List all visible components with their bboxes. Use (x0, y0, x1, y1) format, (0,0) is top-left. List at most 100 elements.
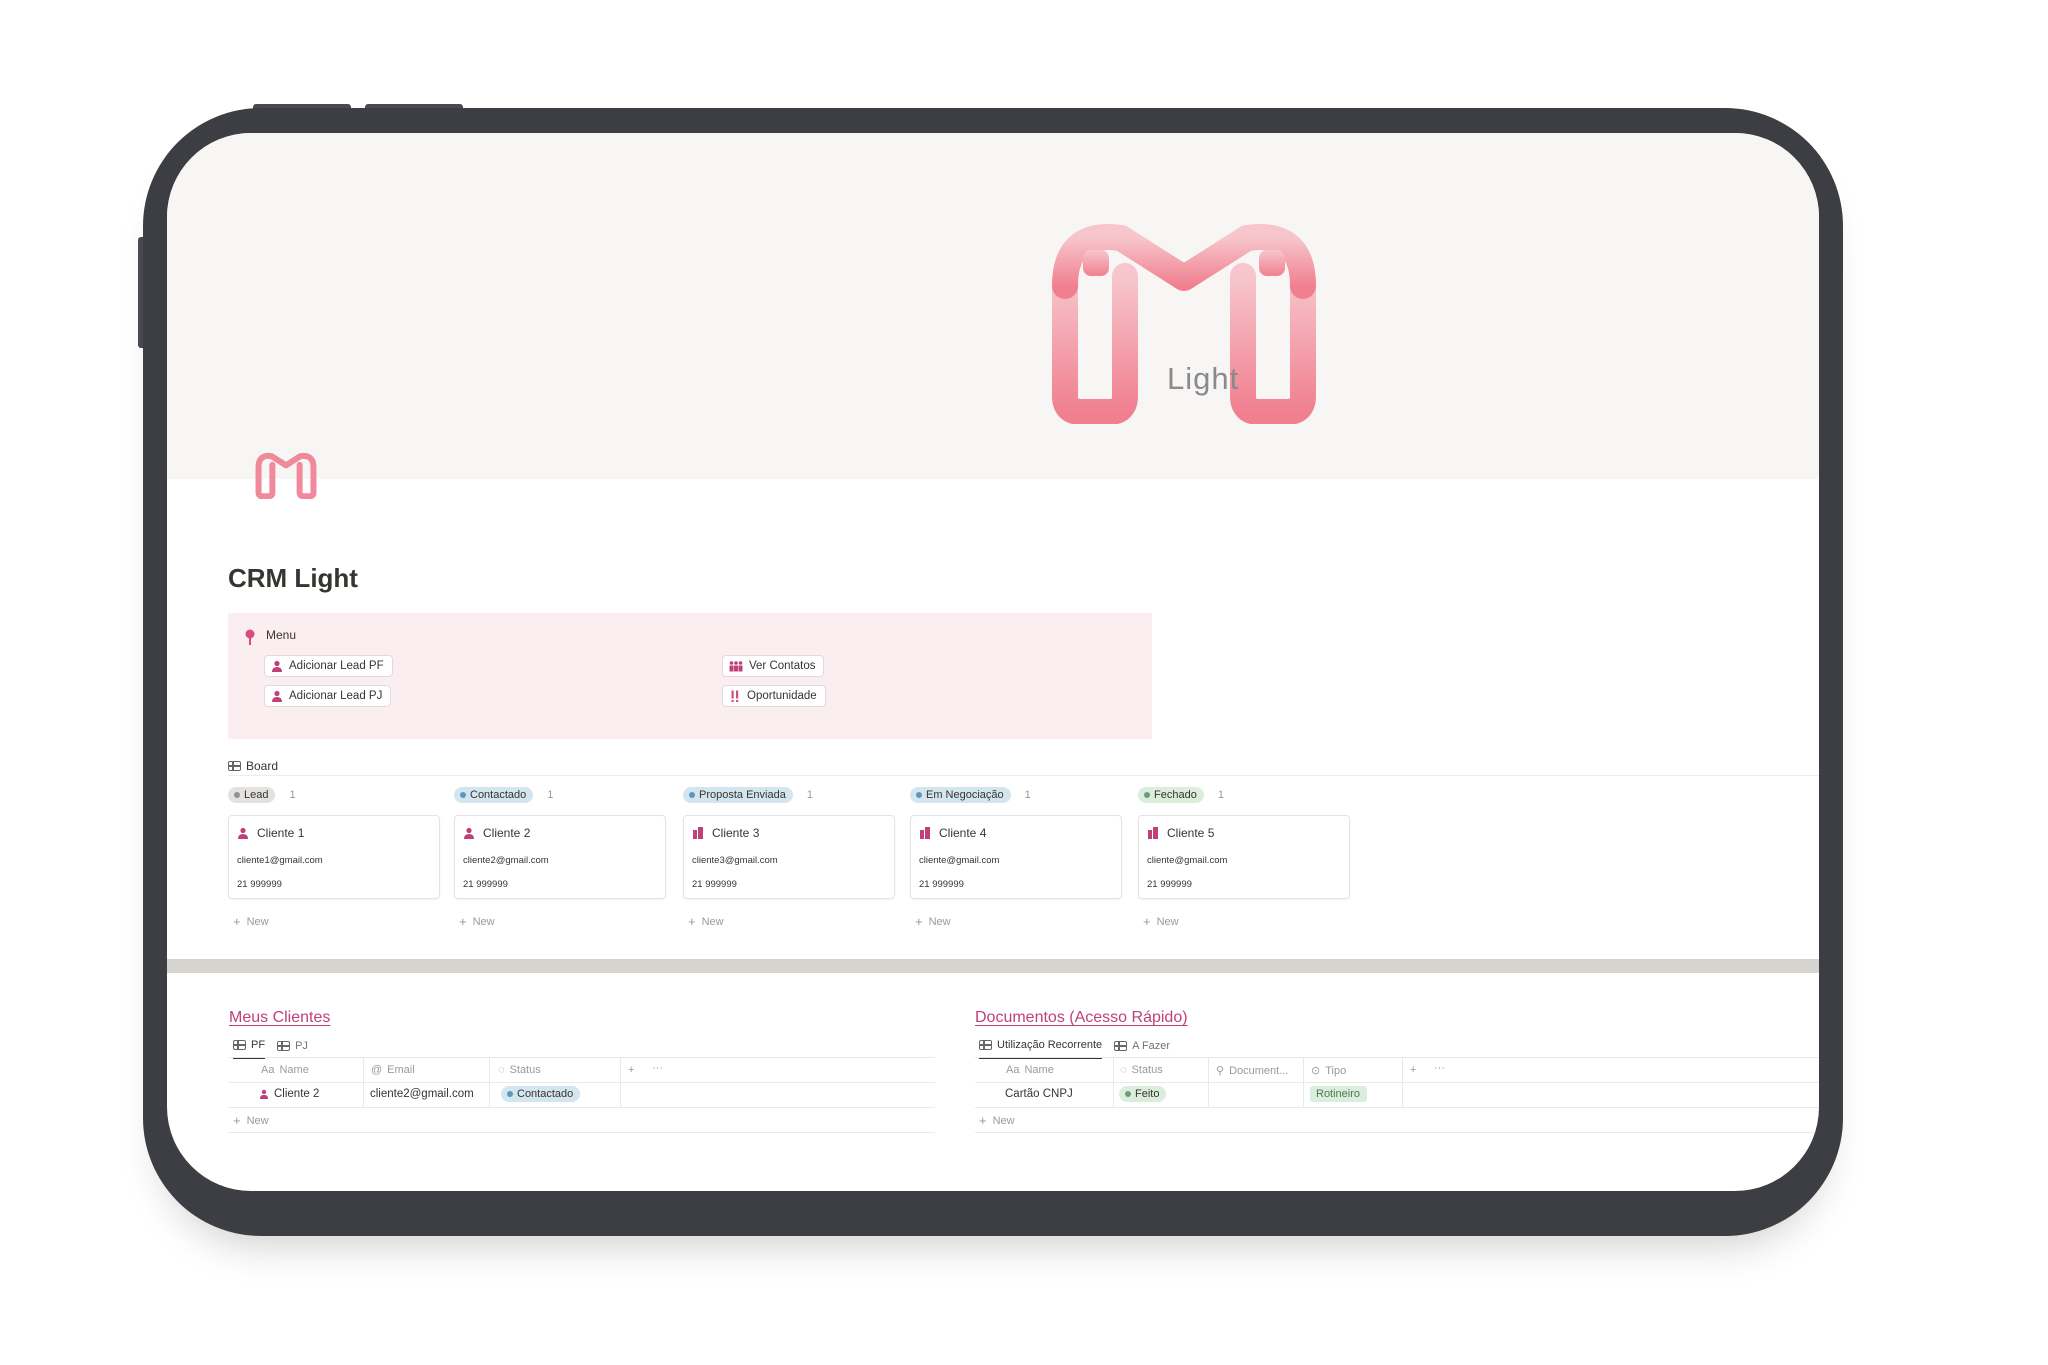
column-header-email[interactable]: @ Email (371, 1064, 415, 1076)
plus-icon: + (628, 1064, 635, 1076)
more-options-button[interactable]: ··· (1434, 1062, 1445, 1074)
column-header-tipo[interactable]: ⊙ Tipo (1311, 1064, 1347, 1078)
cell-email[interactable]: cliente2@gmail.com (370, 1088, 474, 1100)
table-row-border (229, 1082, 935, 1083)
cell-tipo[interactable]: Rotineiro (1310, 1086, 1368, 1102)
board-separator (228, 775, 1819, 776)
tab-pf[interactable]: PF (233, 1039, 266, 1059)
column-header-document[interactable]: ⚲ Document... (1216, 1064, 1288, 1078)
table-bottom-border (229, 1132, 935, 1133)
tab-label: PF (251, 1039, 266, 1051)
header-label: Tipo (1325, 1064, 1347, 1077)
add-property-button[interactable]: + (1410, 1064, 1416, 1076)
board-new-button[interactable]: + New (915, 914, 951, 929)
new-label: New (246, 915, 269, 928)
column-header-proposta-enviada[interactable]: Proposta Enviada 1 (683, 787, 813, 803)
board-new-button[interactable]: + New (233, 914, 269, 929)
column-count: 1 (1217, 789, 1224, 801)
documentos-view-tabs: Utilização Recorrente A Fazer (979, 1039, 1182, 1059)
column-count: 1 (547, 789, 554, 801)
card-title: Cliente 4 (919, 826, 986, 840)
tipo-tag: Rotineiro (1310, 1086, 1368, 1102)
card-title: Cliente 3 (692, 826, 759, 840)
person-icon (259, 1089, 269, 1099)
text-property-icon: Aa (261, 1064, 275, 1076)
people-icon (729, 661, 743, 672)
card-phone: 21 999999 (463, 879, 508, 890)
card-email: cliente1@gmail.com (237, 855, 323, 866)
column-header-em-negociacao[interactable]: Em Negociação 1 (910, 787, 1031, 803)
building-icon (920, 827, 930, 839)
column-header-name[interactable]: Aa Name (1006, 1064, 1054, 1076)
table-icon (979, 1040, 992, 1050)
card-name: Cliente 1 (257, 826, 305, 840)
page-icon[interactable] (253, 451, 319, 500)
board-new-button[interactable]: + New (1143, 914, 1179, 929)
building-icon (1148, 827, 1158, 839)
table-icon (1114, 1041, 1128, 1051)
column-header-contactado[interactable]: Contactado 1 (454, 787, 553, 803)
card-phone: 21 999999 (692, 879, 737, 890)
column-header-status[interactable]: ◌ Status (1120, 1064, 1163, 1076)
add-lead-pj-button[interactable]: Adicionar Lead PJ (264, 685, 392, 707)
column-count: 1 (806, 789, 813, 801)
tab-pj[interactable]: PJ (277, 1040, 308, 1058)
table-bottom-border (975, 1132, 1819, 1133)
board-view-label[interactable]: Board (228, 759, 278, 773)
header-label: Email (387, 1064, 415, 1076)
cell-name[interactable]: Cliente 2 (259, 1088, 319, 1100)
board-card[interactable]: Cliente 3 cliente3@gmail.com 21 999999 (683, 815, 895, 899)
board-card[interactable]: Cliente 5 cliente@gmail.com 21 999999 (1138, 815, 1350, 899)
column-header-lead[interactable]: Lead 1 (228, 787, 296, 803)
board-new-button[interactable]: + New (459, 914, 495, 929)
new-label: New (472, 915, 495, 928)
callout-title: Menu (266, 628, 297, 642)
cell-name[interactable]: Cartão CNPJ (1005, 1088, 1073, 1100)
table-new-button[interactable]: + New (233, 1113, 269, 1128)
page-title[interactable]: CRM Light (228, 563, 358, 594)
oportunidade-button[interactable]: Oportunidade (722, 685, 826, 707)
status-label: Em Negociação (926, 789, 1004, 801)
more-options-button[interactable]: ··· (652, 1062, 663, 1074)
tab-utilizacao-recorrente[interactable]: Utilização Recorrente (979, 1039, 1103, 1059)
add-property-button[interactable]: + (628, 1064, 634, 1076)
table-icon (233, 1040, 246, 1050)
card-name: Cliente 3 (712, 826, 760, 840)
table-row-border (975, 1107, 1819, 1108)
clientes-database-title[interactable]: Meus Clientes (229, 1009, 330, 1027)
add-lead-pf-button[interactable]: Adicionar Lead PF (264, 655, 393, 677)
card-phone: 21 999999 (1147, 879, 1192, 890)
card-email: cliente@gmail.com (919, 855, 1000, 866)
column-header-status[interactable]: ◌ Status (498, 1064, 541, 1076)
plus-icon: + (233, 1113, 241, 1128)
cell-status[interactable]: Feito (1119, 1086, 1167, 1102)
tab-a-fazer[interactable]: A Fazer (1114, 1040, 1170, 1058)
documentos-database-title[interactable]: Documentos (Acesso Rápido) (975, 1009, 1188, 1027)
cell-status[interactable]: Contactado (501, 1086, 581, 1102)
card-name: Cliente 4 (939, 826, 987, 840)
board-card[interactable]: Cliente 4 cliente@gmail.com 21 999999 (910, 815, 1122, 899)
plus-icon: + (459, 914, 467, 929)
board-card[interactable]: Cliente 2 cliente2@gmail.com 21 999999 (454, 815, 666, 899)
status-badge: Proposta Enviada (683, 787, 793, 803)
person-icon (272, 690, 282, 702)
table-icon (277, 1041, 291, 1051)
table-new-button[interactable]: + New (979, 1113, 1015, 1128)
board-new-button[interactable]: + New (688, 914, 724, 929)
status-icon: ◌ (1120, 1064, 1127, 1076)
board-card[interactable]: Cliente 1 cliente1@gmail.com 21 999999 (228, 815, 440, 899)
card-title: Cliente 2 (463, 826, 530, 840)
plus-icon: + (233, 914, 241, 929)
table-row-border (975, 1082, 1819, 1083)
table-top-border (975, 1057, 1819, 1058)
tab-label: A Fazer (1132, 1040, 1171, 1052)
column-count: 1 (289, 789, 296, 801)
column-header-fechado[interactable]: Fechado 1 (1138, 787, 1224, 803)
ver-contatos-button[interactable]: Ver Contatos (722, 655, 825, 677)
status-label: Contactado (517, 1088, 574, 1100)
card-name: Cliente 2 (483, 826, 531, 840)
ellipsis-icon: ··· (1434, 1062, 1445, 1074)
status-badge: Lead (228, 787, 276, 803)
card-phone: 21 999999 (919, 879, 964, 890)
column-header-name[interactable]: Aa Name (261, 1064, 309, 1076)
